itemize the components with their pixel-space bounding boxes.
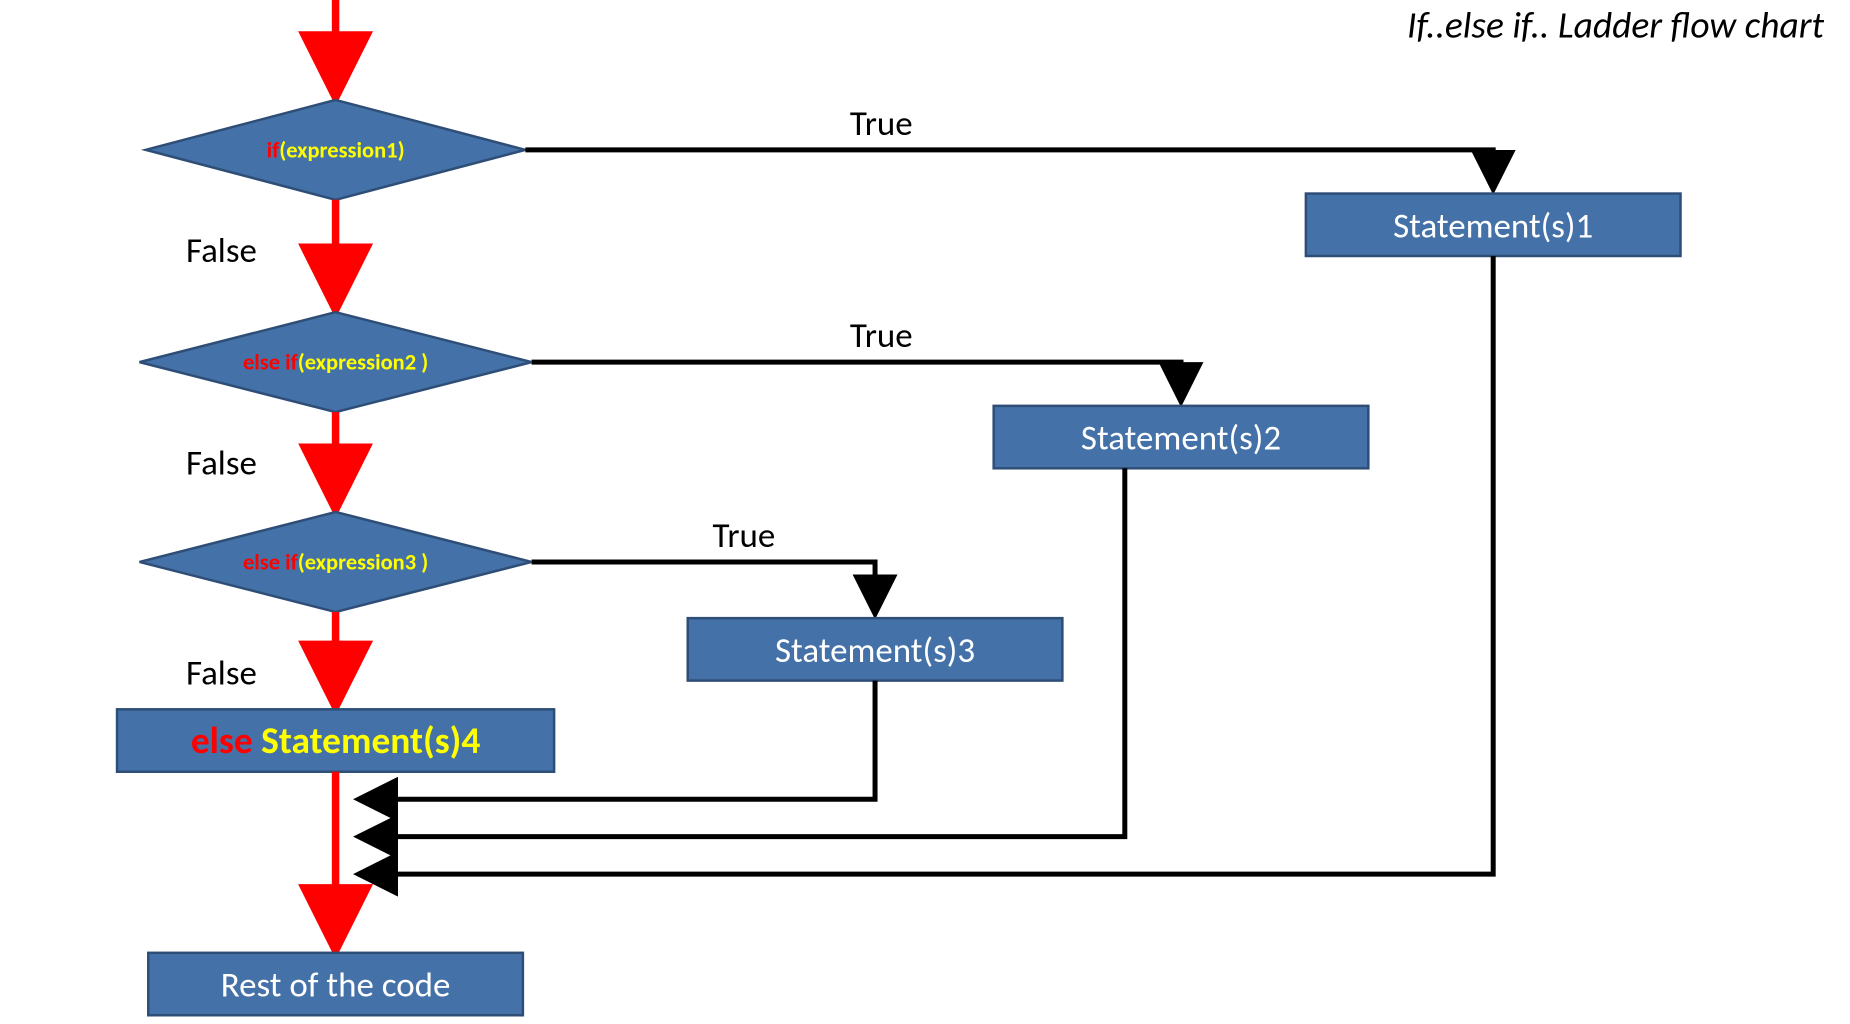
svg-text:Statement(s)2: Statement(s)2 bbox=[1081, 418, 1281, 460]
label-d3-false: False bbox=[186, 652, 257, 694]
label-d1-true: True bbox=[850, 103, 913, 145]
else-statement-box: else Statement(s)4 bbox=[117, 709, 554, 771]
svg-text:Statement(s)1: Statement(s)1 bbox=[1393, 205, 1593, 247]
svg-text:else Statement(s)4: else Statement(s)4 bbox=[191, 718, 481, 764]
statement-2-box: Statement(s)2 bbox=[994, 406, 1369, 468]
flowchart-canvas: If..else if.. Ladder flow chart if(expre… bbox=[0, 0, 1850, 1024]
diagram-title: If..else if.. Ladder flow chart bbox=[1407, 2, 1825, 48]
flow-d2-true bbox=[532, 362, 1181, 399]
label-d2-false: False bbox=[186, 443, 257, 485]
decision-if-expression1: if(expression1) bbox=[146, 100, 526, 200]
svg-text:else if(expression3 ): else if(expression3 ) bbox=[243, 549, 428, 576]
statement-1-box: Statement(s)1 bbox=[1306, 194, 1681, 256]
decision-elseif-expression3: else if(expression3 ) bbox=[140, 512, 532, 612]
svg-text:else if(expression2 ): else if(expression2 ) bbox=[243, 350, 428, 377]
decision-elseif-expression2: else if(expression2 ) bbox=[140, 312, 532, 412]
svg-text:Rest of the code: Rest of the code bbox=[221, 965, 451, 1007]
flow-d3-true bbox=[532, 562, 875, 612]
svg-text:if(expression1): if(expression1) bbox=[267, 137, 405, 164]
rest-of-code-box: Rest of the code bbox=[148, 953, 523, 1015]
label-d2-true: True bbox=[850, 315, 913, 357]
statement-3-box: Statement(s)3 bbox=[688, 618, 1063, 680]
svg-text:Statement(s)3: Statement(s)3 bbox=[775, 630, 975, 672]
flow-s1-merge bbox=[361, 256, 1494, 874]
label-d1-false: False bbox=[186, 230, 257, 272]
flow-d1-true bbox=[525, 150, 1493, 187]
label-d3-true: True bbox=[713, 515, 776, 557]
